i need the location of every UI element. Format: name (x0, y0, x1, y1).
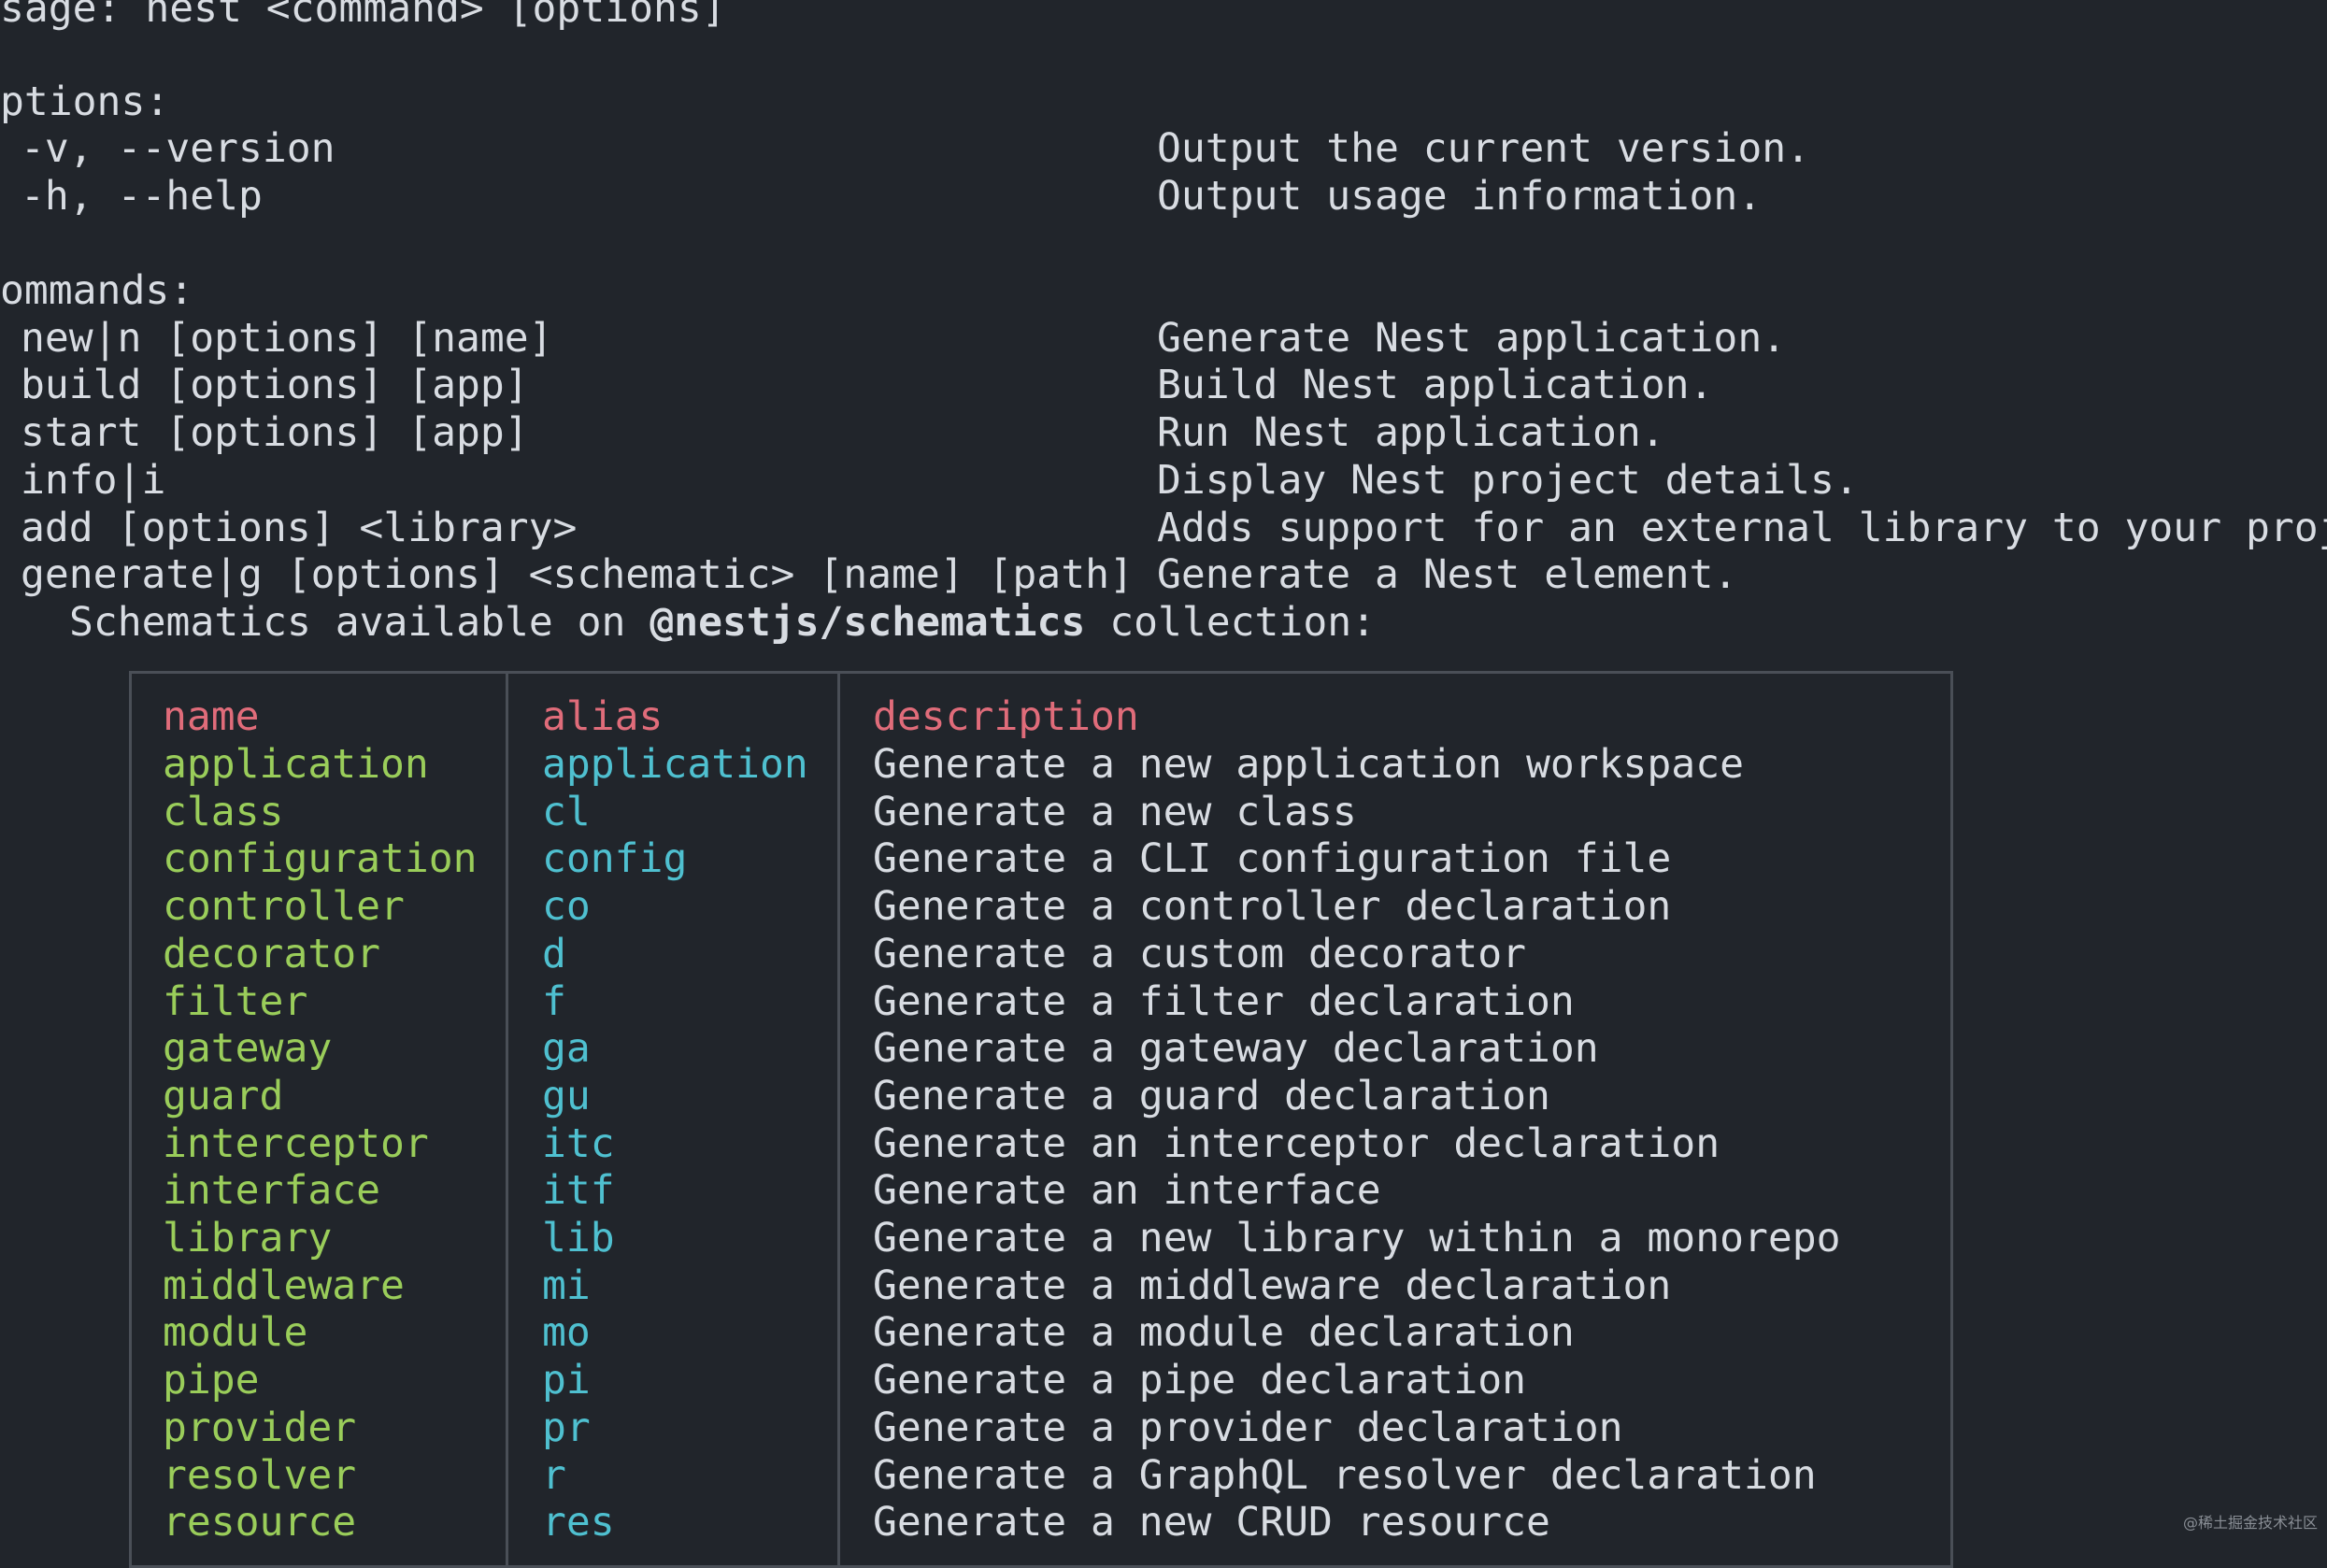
command-description: Display Nest project details. (1157, 457, 1859, 504)
command-description: Generate Nest application. (1157, 315, 1787, 362)
table-cell-name: controller (163, 883, 405, 930)
table-cell-alias: cl (542, 789, 591, 835)
option-flag: -v, --version (21, 125, 335, 172)
command-name: start [options] [app] (21, 409, 529, 456)
table-cell-name: provider (163, 1404, 357, 1451)
table-cell-description: Generate a guard declaration (873, 1073, 1550, 1119)
table-cell-alias: res (542, 1499, 615, 1546)
table-cell-description: Generate a new CRUD resource (873, 1499, 1550, 1546)
table-header-description: description (873, 693, 1139, 740)
table-cell-name: pipe (163, 1357, 260, 1404)
table-cell-alias: itc (542, 1120, 615, 1167)
table-cell-alias: mo (542, 1309, 591, 1356)
schematics-suffix: collection: (1085, 599, 1376, 646)
table-cell-alias: itf (542, 1167, 615, 1214)
table-divider (506, 671, 508, 1568)
command-name: new|n [options] [name] (21, 315, 553, 362)
table-cell-description: Generate a controller declaration (873, 883, 1672, 930)
command-description: Build Nest application. (1157, 362, 1714, 408)
command-description: Adds support for an external library to … (1157, 505, 2327, 551)
command-name: add [options] <library> (21, 505, 578, 551)
table-cell-name: application (163, 741, 429, 788)
table-cell-alias: co (542, 883, 591, 930)
command-name: build [options] [app] (21, 362, 529, 408)
table-cell-name: interceptor (163, 1120, 429, 1167)
table-cell-description: Generate a provider declaration (873, 1404, 1623, 1451)
schematics-line: Schematics available on @nestjs/schemati… (69, 599, 1376, 646)
table-cell-alias: ga (542, 1025, 591, 1072)
table-cell-name: library (163, 1215, 333, 1262)
schematics-collection: @nestjs/schematics (650, 599, 1086, 646)
table-cell-name: interface (163, 1167, 380, 1214)
table-cell-name: filter (163, 978, 308, 1025)
table-cell-alias: pi (542, 1357, 591, 1404)
table-cell-alias: config (542, 835, 688, 882)
table-cell-name: module (163, 1309, 308, 1356)
table-cell-alias: d (542, 931, 566, 977)
option-flag: -h, --help (21, 173, 263, 220)
table-cell-alias: f (542, 978, 566, 1025)
table-divider (837, 671, 840, 1568)
commands-header: ommands: (0, 267, 194, 314)
table-cell-name: configuration (163, 835, 478, 882)
table-cell-description: Generate a new class (873, 789, 1357, 835)
command-name: generate|g [options] <schematic> [name] … (21, 551, 1134, 598)
watermark: @稀土掘金技术社区 (2182, 1514, 2318, 1532)
table-cell-description: Generate a module declaration (873, 1309, 1575, 1356)
table-cell-name: guard (163, 1073, 284, 1119)
table-cell-name: resolver (163, 1452, 357, 1499)
table-cell-description: Generate a new library within a monorepo (873, 1215, 1841, 1262)
table-cell-alias: application (542, 741, 808, 788)
table-cell-alias: r (542, 1452, 566, 1499)
table-cell-alias: pr (542, 1404, 591, 1451)
table-cell-alias: mi (542, 1262, 591, 1309)
command-name: info|i (21, 457, 166, 504)
table-cell-description: Generate a custom decorator (873, 931, 1526, 977)
table-cell-description: Generate a filter declaration (873, 978, 1575, 1025)
table-cell-name: resource (163, 1499, 357, 1546)
table-header-alias: alias (542, 693, 664, 740)
command-description: Run Nest application. (1157, 409, 1665, 456)
table-cell-description: Generate a middleware declaration (873, 1262, 1672, 1309)
table-cell-description: Generate a GraphQL resolver declaration (873, 1452, 1817, 1499)
table-cell-name: class (163, 789, 284, 835)
table-cell-alias: gu (542, 1073, 591, 1119)
table-cell-description: Generate a CLI configuration file (873, 835, 1672, 882)
usage-line: sage: nest <command> [options] (0, 0, 726, 32)
table-cell-description: Generate an interface (873, 1167, 1381, 1214)
table-cell-description: Generate a new application workspace (873, 741, 1744, 788)
schematics-prefix: Schematics available on (69, 599, 650, 646)
table-cell-description: Generate a pipe declaration (873, 1357, 1526, 1404)
table-cell-description: Generate an interceptor declaration (873, 1120, 1720, 1167)
options-header: ptions: (0, 78, 170, 125)
option-description: Output usage information. (1157, 173, 1763, 220)
table-cell-alias: lib (542, 1215, 615, 1262)
table-cell-name: gateway (163, 1025, 333, 1072)
table-header-name: name (163, 693, 260, 740)
option-description: Output the current version. (1157, 125, 1810, 172)
table-cell-name: decorator (163, 931, 380, 977)
table-cell-description: Generate a gateway declaration (873, 1025, 1599, 1072)
table-cell-name: middleware (163, 1262, 405, 1309)
command-description: Generate a Nest element. (1157, 551, 1738, 598)
